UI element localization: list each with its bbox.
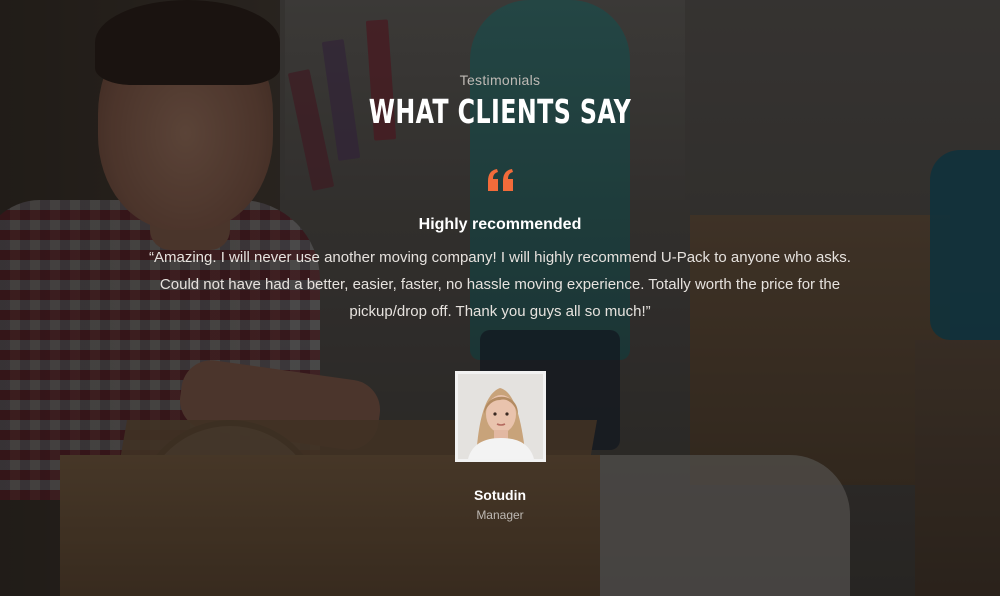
testimonial-heading: Highly recommended <box>418 216 582 233</box>
section-title: WHAT CLIENTS SAY <box>368 92 632 131</box>
quote-icon <box>488 169 513 191</box>
testimonial-text: “Amazing. I will never use another movin… <box>149 249 851 320</box>
avatar-portrait-image <box>458 374 543 459</box>
author-name: Sotudin <box>473 487 527 503</box>
testimonials-section: Testimonials WHAT CLIENTS SAY Highly rec… <box>0 0 1000 596</box>
section-subtitle: Testimonials <box>459 72 541 88</box>
avatar <box>455 371 546 462</box>
author-role: Manager <box>476 508 524 522</box>
